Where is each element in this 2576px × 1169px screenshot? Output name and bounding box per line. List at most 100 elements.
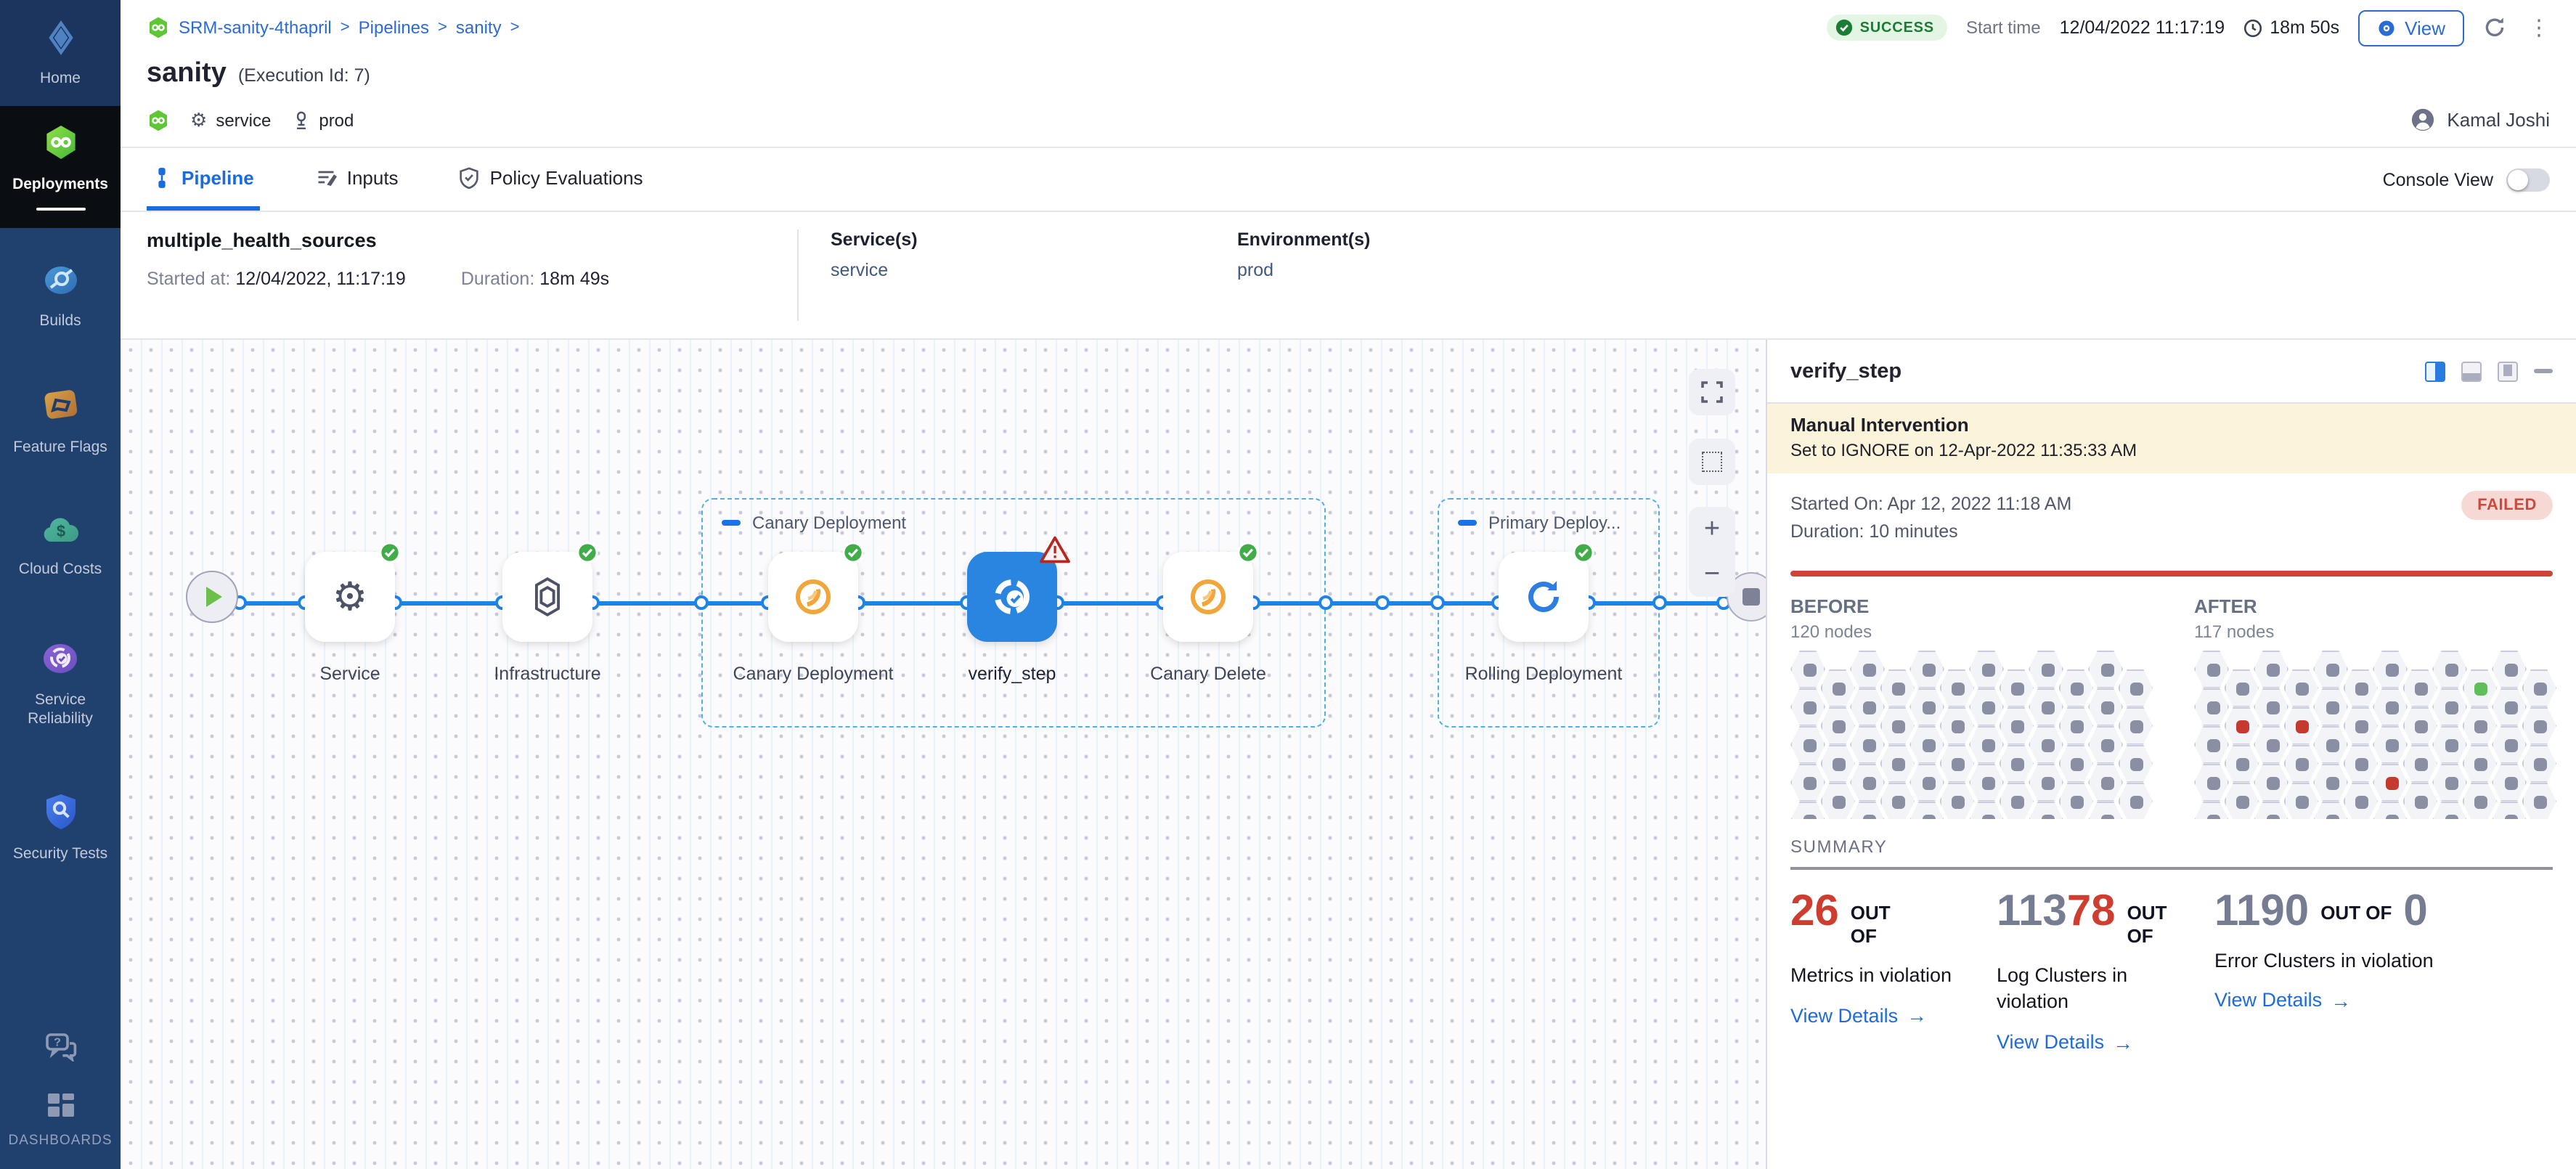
- node-hexagon: [2224, 783, 2259, 819]
- sidebar-item-label: Service Reliability: [3, 691, 118, 729]
- node-hexagon: [1909, 688, 1944, 726]
- tab-pipeline[interactable]: Pipeline: [147, 148, 260, 211]
- node-hexagon: [2254, 726, 2288, 764]
- after-node-count: 117 nodes: [2194, 622, 2557, 642]
- node-hexagon: [2522, 783, 2556, 819]
- node-hexagon: [2373, 802, 2408, 819]
- status-badge: SUCCESS: [1827, 15, 1947, 41]
- refresh-button[interactable]: [2483, 16, 2506, 39]
- breadcrumb-pipelines[interactable]: Pipelines: [359, 17, 429, 38]
- connector-endpoint: [694, 595, 709, 610]
- metric-label: Metrics in violation: [1790, 964, 1976, 990]
- collapse-group-icon[interactable]: [722, 521, 741, 526]
- tab-inputs[interactable]: Inputs: [309, 148, 404, 211]
- node-infrastructure[interactable]: Infrastructure: [502, 552, 592, 642]
- panel-title: verify_step: [1790, 359, 1902, 383]
- node-hexagon: [2283, 669, 2318, 707]
- success-badge-icon: [576, 542, 598, 563]
- metric-label: Error Clusters in violation: [2214, 948, 2461, 974]
- metric-error-clusters-violation: 1190 OUT OF 0 Error Clusters in violatio…: [2214, 890, 2461, 1054]
- view-button[interactable]: View: [2358, 9, 2464, 46]
- pipeline-start-node[interactable]: [186, 571, 238, 623]
- node-hexagon: [1790, 764, 1825, 802]
- node-hexagon: [2313, 688, 2348, 726]
- node-hexagon: [1820, 707, 1855, 745]
- view-details-link[interactable]: View Details→: [2214, 989, 2461, 1012]
- active-indicator: [36, 208, 85, 211]
- breadcrumb-pipeline-name[interactable]: sanity: [456, 17, 502, 38]
- node-canary-delete[interactable]: Canary Delete: [1163, 552, 1253, 642]
- sidebar-item-dashboards[interactable]: DASHBOARDS: [0, 1080, 121, 1169]
- builds-icon: [43, 264, 78, 306]
- environment-tag[interactable]: prod: [291, 110, 354, 130]
- service-tag[interactable]: ⚙ service: [190, 108, 271, 131]
- layout-bottom-button[interactable]: [2461, 361, 2482, 381]
- sidebar-item-security-tests[interactable]: Security Tests: [0, 781, 121, 876]
- view-details-link[interactable]: View Details→: [1790, 1004, 1976, 1027]
- node-hexagon: [1880, 783, 1915, 819]
- user-chip[interactable]: Kamal Joshi: [2410, 107, 2550, 132]
- view-details-link[interactable]: View Details→: [1997, 1030, 2194, 1054]
- more-options-button[interactable]: ⋮: [2525, 15, 2553, 41]
- node-verify-step[interactable]: verify_step: [967, 552, 1057, 642]
- node-hexagon: [2194, 802, 2229, 819]
- node-hexagon: [2088, 802, 2123, 819]
- node-hexagon: [2432, 726, 2467, 764]
- services-value[interactable]: service: [831, 260, 1237, 280]
- metric-value: 78: [2067, 887, 2116, 935]
- user-name: Kamal Joshi: [2447, 109, 2550, 131]
- node-service[interactable]: ⚙ Service: [305, 552, 395, 642]
- pipeline-canvas[interactable]: Canary Deployment Primary Deploy... ⚙: [121, 340, 1766, 1169]
- node-hexagon: [2432, 651, 2467, 688]
- sidebar-item-service-reliability[interactable]: Service Reliability: [0, 628, 121, 741]
- pipeline-hexagon-icon: [147, 108, 170, 131]
- help-button[interactable]: ?: [0, 1021, 121, 1080]
- metric-value: 1190: [2214, 890, 2309, 934]
- after-node-grid[interactable]: [2194, 651, 2557, 819]
- sidebar-item-cloud-costs[interactable]: $ Cloud Costs: [0, 502, 121, 590]
- manual-intervention-banner: Manual Intervention Set to IGNORE on 12-…: [1767, 404, 2576, 473]
- before-node-grid[interactable]: [1790, 651, 2153, 819]
- node-hexagon: [1909, 651, 1944, 688]
- environments-block: Environment(s) prod: [1237, 229, 1644, 338]
- node-hexagon: [2462, 707, 2497, 745]
- tab-policy-evaluations[interactable]: Policy Evaluations: [454, 148, 649, 211]
- sidebar-item-home[interactable]: Home: [0, 0, 121, 106]
- run-info-left: multiple_health_sources Started at: 12/0…: [147, 229, 797, 338]
- fit-to-screen-button[interactable]: [1689, 369, 1735, 415]
- sidebar-item-builds[interactable]: Builds: [0, 252, 121, 343]
- node-hexagon: [1850, 726, 1885, 764]
- node-hexagon: [1880, 669, 1915, 707]
- node-hexagon: [1999, 745, 2034, 783]
- breadcrumb-project[interactable]: SRM-sanity-4thapril: [179, 17, 332, 38]
- layout-floating-button[interactable]: [2498, 361, 2518, 381]
- selection-mode-button[interactable]: [1689, 439, 1735, 485]
- node-hexagon: [1820, 669, 1855, 707]
- layout-split-right-button[interactable]: [2425, 361, 2445, 381]
- duration-value: 18m 49s: [539, 269, 609, 289]
- minimize-panel-button[interactable]: [2534, 369, 2553, 373]
- node-hexagon: [1969, 688, 2004, 726]
- zoom-out-button[interactable]: −: [1704, 561, 1720, 588]
- harness-pipeline-execution-page: Home Deployments Builds Feature Flags $: [0, 0, 2576, 1169]
- zoom-in-button[interactable]: +: [1704, 516, 1720, 543]
- sidebar-item-feature-flags[interactable]: Feature Flags: [0, 375, 121, 470]
- console-view-toggle[interactable]: [2506, 168, 2550, 191]
- node-hexagon: [2058, 745, 2093, 783]
- node-label: Canary Delete: [1121, 662, 1295, 687]
- node-hexagon: [1850, 688, 1885, 726]
- node-hexagon: [2058, 669, 2093, 707]
- node-hexagon: [2194, 764, 2229, 802]
- sidebar-item-label: Security Tests: [13, 845, 107, 864]
- collapse-group-icon[interactable]: [1458, 521, 1477, 526]
- metric-log-clusters-violation: 11378 OUT OF Log Clusters in violation V…: [1997, 890, 2194, 1054]
- banner-subtitle: Set to IGNORE on 12-Apr-2022 11:35:33 AM: [1790, 440, 2553, 460]
- node-hexagon: [1790, 688, 1825, 726]
- node-rolling-deployment[interactable]: Rolling Deployment: [1499, 552, 1589, 642]
- node-hexagon: [2462, 783, 2497, 819]
- node-hexagon: [2029, 726, 2063, 764]
- breadcrumb: SRM-sanity-4thapril > Pipelines > sanity…: [147, 16, 520, 39]
- sidebar-item-deployments[interactable]: Deployments: [0, 106, 121, 228]
- environments-value[interactable]: prod: [1237, 260, 1644, 280]
- node-canary-deployment[interactable]: Canary Deployment: [768, 552, 858, 642]
